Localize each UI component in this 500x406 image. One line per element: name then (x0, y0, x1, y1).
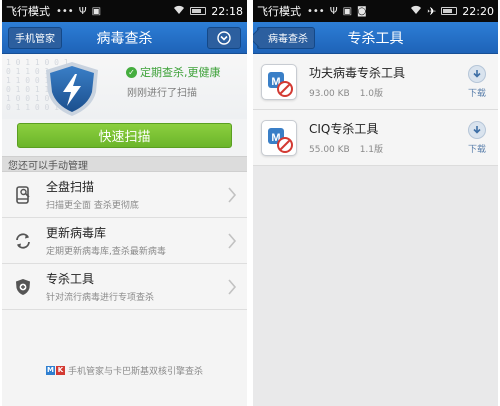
update-virus-db-title: 更新病毒库 (46, 226, 107, 240)
download-label: 下载 (467, 145, 486, 155)
tool-row[interactable]: M CIQ专杀工具 55.00 KB 1.1版 下载 (253, 110, 498, 166)
tool-row[interactable]: M 功夫病毒专杀工具 93.00 KB 1.0版 下载 (253, 54, 498, 110)
battery-icon (190, 7, 207, 15)
manual-options-list: 全盘扫描 扫描更全面 查杀更彻底 更新病毒库 定期更新病毒库,查杀最新病毒 专杀… (2, 172, 247, 310)
download-button[interactable]: 下载 (467, 121, 486, 155)
update-virus-db-row[interactable]: 更新病毒库 定期更新病毒库,查杀最新病毒 (2, 218, 247, 264)
image-icon: ▣ (342, 5, 353, 17)
chevron-down-circle-icon (217, 30, 231, 45)
notification-dots-icon: ••• (307, 5, 325, 17)
brand-logo-icon: M K (45, 366, 65, 375)
special-tools-screen: 飞行模式 ••• Ψ ▣ ◙ ✈ 22:20 病毒查杀 专杀工具 M 功夫病毒专… (253, 0, 498, 406)
clock: 22:20 (462, 4, 494, 18)
special-tools-row[interactable]: 专杀工具 针对流行病毒进行专项查杀 (2, 264, 247, 310)
chevron-right-icon (228, 187, 237, 203)
health-status: ✓ 定期查杀,更健康 (126, 64, 221, 80)
update-virus-db-desc: 定期更新病毒库,查杀最新病毒 (46, 247, 166, 257)
quick-scan-button[interactable]: 快速扫描 (17, 123, 232, 148)
full-scan-row[interactable]: 全盘扫描 扫描更全面 查杀更彻底 (2, 172, 247, 218)
virus-scan-screen: 飞行模式 ••• Ψ ▣ 22:18 手机管家 病毒查杀 1 0 1 1 0 0… (2, 0, 247, 406)
download-label: 下载 (467, 89, 486, 99)
app-bar: 病毒查杀 专杀工具 (253, 22, 498, 54)
airplane-icon: ✈ (427, 4, 437, 18)
battery-icon (441, 7, 458, 15)
status-bar: 飞行模式 ••• Ψ ▣ 22:18 (2, 0, 247, 22)
chevron-right-icon (228, 279, 237, 295)
download-icon (467, 65, 486, 83)
download-icon (467, 121, 486, 139)
dropdown-menu-button[interactable] (207, 26, 241, 49)
special-tools-title: 专杀工具 (46, 272, 95, 286)
shield-lightning-icon (46, 62, 98, 116)
engine-footer: M K 手机管家与卡巴斯基双核引擎查杀 (2, 364, 247, 377)
section-header: 您还可以手动管理 (2, 156, 247, 172)
tool-version: 1.0版 (359, 89, 384, 99)
notification-dots-icon: ••• (56, 5, 74, 17)
tools-list: M 功夫病毒专杀工具 93.00 KB 1.0版 下载 M CIQ专杀工具 55… (253, 54, 498, 166)
tool-meta: 55.00 KB 1.1版 (309, 142, 383, 155)
last-scan-text: 刚刚进行了扫描 (127, 88, 197, 99)
full-scan-title: 全盘扫描 (46, 180, 95, 194)
tool-size: 55.00 KB (309, 145, 350, 155)
status-bar: 飞行模式 ••• Ψ ▣ ◙ ✈ 22:20 (253, 0, 498, 22)
wifi-icon (410, 5, 422, 18)
usb-icon: Ψ (78, 5, 87, 17)
download-button[interactable]: 下载 (467, 65, 486, 99)
health-status-text: 定期查杀,更健康 (140, 66, 221, 79)
scan-status-panel: 1 0 1 1 0 0 1 0 1 1 0 1 1 0 0 1 1 0 0 1 … (2, 54, 247, 119)
shield-plus-icon (16, 278, 30, 295)
antivirus-tool-icon: M (261, 119, 297, 156)
airplane-mode-label: 飞行模式 (257, 5, 301, 18)
wifi-icon (173, 5, 185, 18)
back-button[interactable]: 手机管家 (8, 26, 62, 49)
tool-name: CIQ专杀工具 (309, 122, 379, 136)
phone-scan-icon (16, 185, 30, 204)
tool-size: 93.00 KB (309, 89, 350, 99)
check-icon: ✓ (126, 66, 137, 78)
image-icon: ▣ (91, 5, 102, 17)
app-bar: 手机管家 病毒查杀 (2, 22, 247, 54)
tool-version: 1.1版 (359, 145, 384, 155)
tool-name: 功夫病毒专杀工具 (309, 66, 406, 80)
clock: 22:18 (211, 4, 243, 18)
quick-scan-area: 快速扫描 (2, 119, 247, 156)
special-tools-desc: 针对流行病毒进行专项查杀 (46, 293, 155, 303)
camera-icon: ◙ (357, 5, 367, 17)
tool-meta: 93.00 KB 1.0版 (309, 86, 405, 99)
refresh-icon (16, 232, 30, 249)
full-scan-desc: 扫描更全面 查杀更彻底 (46, 201, 139, 211)
airplane-mode-label: 飞行模式 (6, 5, 50, 18)
engine-footer-text: 手机管家与卡巴斯基双核引擎查杀 (67, 367, 203, 377)
antivirus-tool-icon: M (261, 63, 297, 100)
back-button[interactable]: 病毒查杀 (257, 26, 315, 49)
chevron-right-icon (228, 233, 237, 249)
usb-icon: Ψ (329, 5, 338, 17)
